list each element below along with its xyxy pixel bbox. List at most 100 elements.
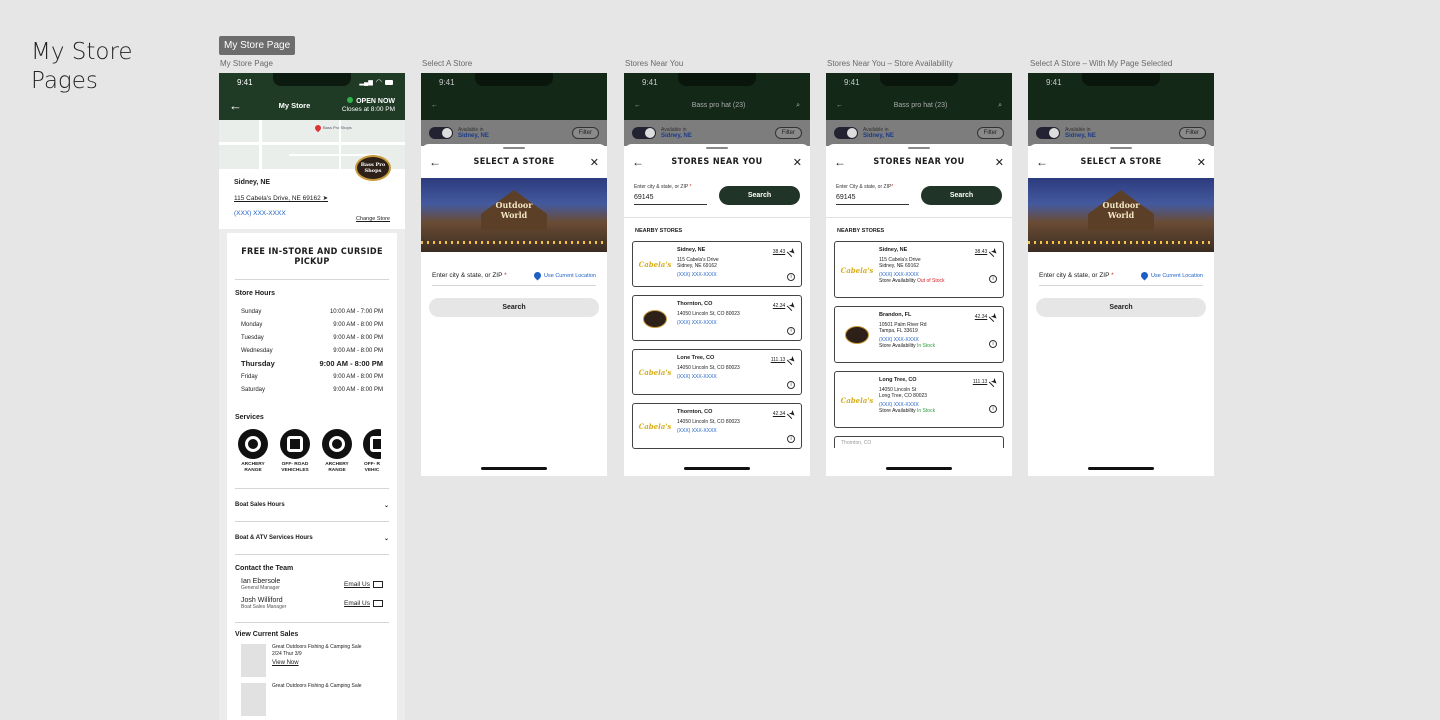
info-icon[interactable]: i [787,273,795,281]
boat-atv-hours-accordion[interactable]: Boat & ATV Services Hours ⌄ [235,521,389,554]
info-icon[interactable]: i [989,340,997,348]
store-card[interactable]: Cabela's Thornton, CO 14050 Lincoln St, C… [632,403,802,449]
cabelas-logo: Cabela's [638,368,672,377]
location-pin-icon [532,270,543,281]
archery-target-icon [238,429,268,459]
store-hours-title: Store Hours [235,290,276,297]
sheet-grabber[interactable] [908,147,930,149]
search-icon: ⌕ [796,101,800,109]
sheet-grabber[interactable] [706,147,728,149]
use-current-location-link[interactable]: Use Current Location [532,270,596,281]
sheet-title: SELECT A STORE [473,157,555,167]
navigation-arrow-icon[interactable]: ➤ [787,246,798,257]
current-sales: View Current Sales Great Outdoors Fishin… [235,622,389,716]
navigation-arrow-icon[interactable]: ➤ [989,311,1000,322]
navigation-arrow-icon[interactable]: ➤ [989,376,1000,387]
service-item[interactable]: ARCHERY RANGE [321,429,353,474]
search-button[interactable]: Search [921,186,1002,205]
sheet-grabber[interactable] [1110,147,1132,149]
info-icon[interactable]: i [989,275,997,283]
email-us-link[interactable]: Email Us [344,600,383,607]
hours-row: Wednesday 9:00 AM - 8:00 PM [241,347,383,354]
info-icon[interactable]: i [787,381,795,389]
close-icon[interactable]: ✕ [1188,156,1206,169]
sale-thumbnail [241,683,266,716]
store-address-link[interactable]: 115 Cabela's Drive, NE 69162 ➤ [234,194,390,202]
frame-stores-near-availability: 9:41 ← Bass pro hat (23) ⌕ Available in Sid… [826,73,1012,476]
filter-button: Filter [571,127,599,139]
filter-button: Filter [976,127,1004,139]
store-card[interactable]: Brandon, FL 10501 Palm River Rd Tampa, FL … [834,306,1004,363]
navigation-arrow-icon[interactable]: ➤ [787,354,798,365]
cabelas-logo: Cabela's [840,395,874,405]
back-arrow-icon[interactable]: ← [229,98,247,113]
service-item[interactable]: OFF- ROAD VEHICHLES [279,429,311,474]
close-icon[interactable]: ✕ [986,156,1004,169]
search-button[interactable]: Search [1036,298,1206,317]
info-icon[interactable]: i [787,327,795,335]
pickup-banner: FREE IN-STORE AND CURSIDE PICKUP [235,243,389,280]
envelope-icon [373,600,383,607]
cabelas-logo: Cabela's [638,422,672,431]
view-now-link[interactable]: View Now [272,660,362,667]
store-card-partial[interactable]: Thornton, CO [834,436,1004,448]
zip-input[interactable]: Enter city & state, or ZIP * Use Current… [1039,270,1203,286]
frame-select-store: 9:41 ← Available in Sidney, NE Filter ← S… [421,73,607,476]
select-store-sheet: ← SELECT A STORE ✕ Outdoor World Enter c… [1028,144,1214,474]
frame-label[interactable]: My Store Page [220,59,273,68]
canvas-title-line1: My Store [31,39,133,65]
archery-target-icon [322,429,352,459]
navigation-arrow-icon[interactable]: ➤ [787,300,798,311]
accordion-label: Boat Sales Hours [235,502,285,508]
sale-item: Great Outdoors Fishing & Camping Sale [235,683,389,716]
navigation-arrow-icon[interactable]: ➤ [787,408,798,419]
availability-toggle [429,127,453,139]
navigation-arrow-icon[interactable]: ➤ [989,246,1000,257]
bass-pro-logo: Bass Pro Shops [355,155,391,181]
frame-label[interactable]: Select A Store [422,59,472,68]
close-icon[interactable]: ✕ [581,156,599,169]
availability-toggle [1036,127,1060,139]
background-filter-bar: Available in Sidney, NE Filter [421,120,607,146]
zip-field[interactable]: Enter City & state, or ZIP* 69145 [836,184,909,205]
location-search-form: Enter City & state, or ZIP* 69145 Search [826,178,1012,205]
back-arrow-icon[interactable]: ← [1036,155,1054,169]
status-bar: 9:41 [421,73,607,91]
sheet-grabber[interactable] [503,147,525,149]
open-dot-icon [347,97,354,103]
status-bar: 9:41 [1028,73,1214,91]
back-arrow-icon[interactable]: ← [632,155,650,169]
open-now-label: OPEN NOW [356,98,395,105]
back-arrow-icon[interactable]: ← [429,155,447,169]
zip-input[interactable]: Enter city & state, or ZIP * Use Current… [432,270,596,286]
store-card[interactable]: Cabela's Sidney, NE 115 Cabela's Drive Sid… [834,241,1004,298]
zip-placeholder: Enter city & state, or ZIP [432,272,503,279]
status-icons: ▂▄▆ ◠ [359,78,393,86]
closes-at: Closes at 8:00 PM [341,106,395,113]
home-indicator [1088,467,1154,470]
store-card[interactable]: Cabela's Long Tree, CO 14050 Lincoln St Lo… [834,371,1004,428]
store-card[interactable]: Cabela's Sidney, NE 115 Cabela's Drive Sid… [632,241,802,287]
change-store-link[interactable]: Change Store [356,216,390,222]
store-card[interactable]: Cabela's Lone Tree, CO 14050 Lincoln St, … [632,349,802,395]
frame-label[interactable]: Select A Store – With My Page Selected [1030,59,1172,68]
filter-button: Filter [1178,127,1206,139]
frame-label[interactable]: Stores Near You [625,59,683,68]
email-us-link[interactable]: Email Us [344,581,383,588]
search-button[interactable]: Search [719,186,800,205]
info-icon[interactable]: i [989,405,997,413]
search-button[interactable]: Search [429,298,599,317]
service-item[interactable]: ARCHERY RANGE [237,429,269,474]
store-card[interactable]: Thornton, CO 14050 Lincoln St, CO 80023 (X… [632,295,802,341]
frame-label[interactable]: Stores Near You – Store Availability [827,59,953,68]
close-icon[interactable]: ✕ [784,156,802,169]
services-carousel[interactable]: ARCHERY RANGE OFF- ROAD VEHICHLES ARCHERY R… [235,429,389,474]
use-current-location-link[interactable]: Use Current Location [1139,270,1203,281]
service-item[interactable]: OFF- R VEHIC [363,429,381,474]
back-arrow-icon[interactable]: ← [834,155,852,169]
boat-sales-hours-accordion[interactable]: Boat Sales Hours ⌄ [235,488,389,521]
store-address: 115 Cabela's Drive, NE 69162 [234,195,321,202]
availability-toggle [834,127,858,139]
info-icon[interactable]: i [787,435,795,443]
zip-field[interactable]: Enter city & state, or ZIP * 69145 [634,184,707,205]
